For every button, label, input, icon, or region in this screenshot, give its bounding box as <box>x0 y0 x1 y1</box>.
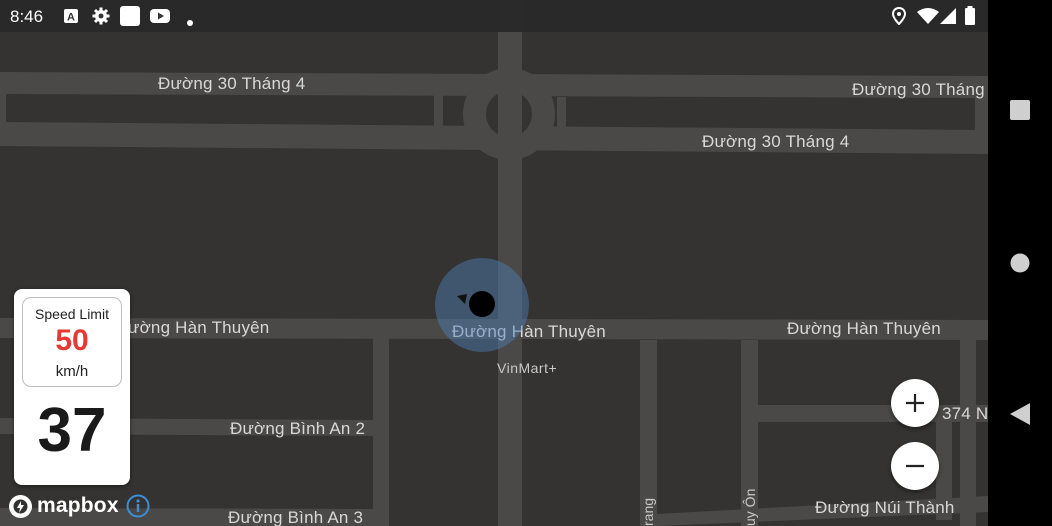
home-circle-icon <box>1010 253 1030 273</box>
back-button[interactable] <box>988 394 1052 434</box>
mapbox-mark-icon <box>9 494 32 518</box>
plus-icon <box>906 394 924 412</box>
median-link-3 <box>557 97 566 128</box>
battery-icon <box>965 6 975 30</box>
recents-button[interactable] <box>988 90 1052 130</box>
map-view[interactable]: Đường 30 Tháng 4 Đường 30 Tháng Đường 30… <box>0 0 988 526</box>
dot-icon <box>187 13 193 31</box>
current-speed: 37 <box>37 396 107 465</box>
street-label: 374 Nu <box>942 404 988 423</box>
back-triangle-icon <box>1010 403 1030 425</box>
zoom-in-button[interactable] <box>891 379 939 427</box>
youtube-icon <box>150 9 170 28</box>
heading-arrow-icon <box>457 294 467 304</box>
median-link-1 <box>0 94 6 122</box>
white-square-icon <box>120 6 140 31</box>
street-label: Đường Núi Thành <box>815 498 955 517</box>
street-label: Đường Bình An 3 <box>228 508 364 526</box>
a-box-icon: A <box>64 9 78 28</box>
wifi-icon <box>917 8 939 29</box>
zoom-out-button[interactable] <box>891 442 939 490</box>
street-label: Đường 30 Tháng 4 <box>158 74 306 93</box>
location-pin-icon <box>891 6 907 30</box>
svg-text:A: A <box>67 12 75 24</box>
street-label: ường Hàn Thuyên <box>128 318 270 337</box>
speed-limit-value: 50 <box>55 324 89 357</box>
speed-limit-sign: Speed Limit 50 km/h <box>22 297 122 387</box>
minus-icon <box>906 464 924 468</box>
signal-icon <box>940 8 956 29</box>
home-button[interactable] <box>988 243 1052 283</box>
attribution-info-button[interactable] <box>126 494 150 523</box>
mapbox-logo[interactable]: mapbox <box>8 492 119 520</box>
street-label: Đường 30 Tháng 4 <box>702 132 850 151</box>
road-vertical-a <box>373 338 389 526</box>
info-icon <box>126 494 150 518</box>
street-label-vertical: uy Ôn <box>742 488 758 526</box>
user-location-puck <box>469 291 495 317</box>
status-clock: 8:46 <box>10 7 44 26</box>
median-link-4 <box>975 98 988 130</box>
poi-label: VinMart+ <box>497 360 558 376</box>
gear-icon <box>92 7 110 30</box>
mapbox-wordmark: mapbox <box>37 494 119 517</box>
median-link-2 <box>434 95 443 126</box>
street-label: Đường Hàn Thuyên <box>787 319 941 338</box>
speed-widget: Speed Limit 50 km/h 37 <box>14 289 130 485</box>
speed-limit-title: Speed Limit <box>35 306 109 322</box>
status-bar: 8:46 A <box>0 0 988 32</box>
street-label-vertical: rang <box>640 497 656 526</box>
street-label: Đường Bình An 2 <box>230 419 366 438</box>
street-label: Đường 30 Tháng <box>852 80 985 99</box>
recents-square-icon <box>1010 100 1030 120</box>
navigation-bar <box>988 0 1052 526</box>
speed-limit-unit: km/h <box>55 363 89 380</box>
